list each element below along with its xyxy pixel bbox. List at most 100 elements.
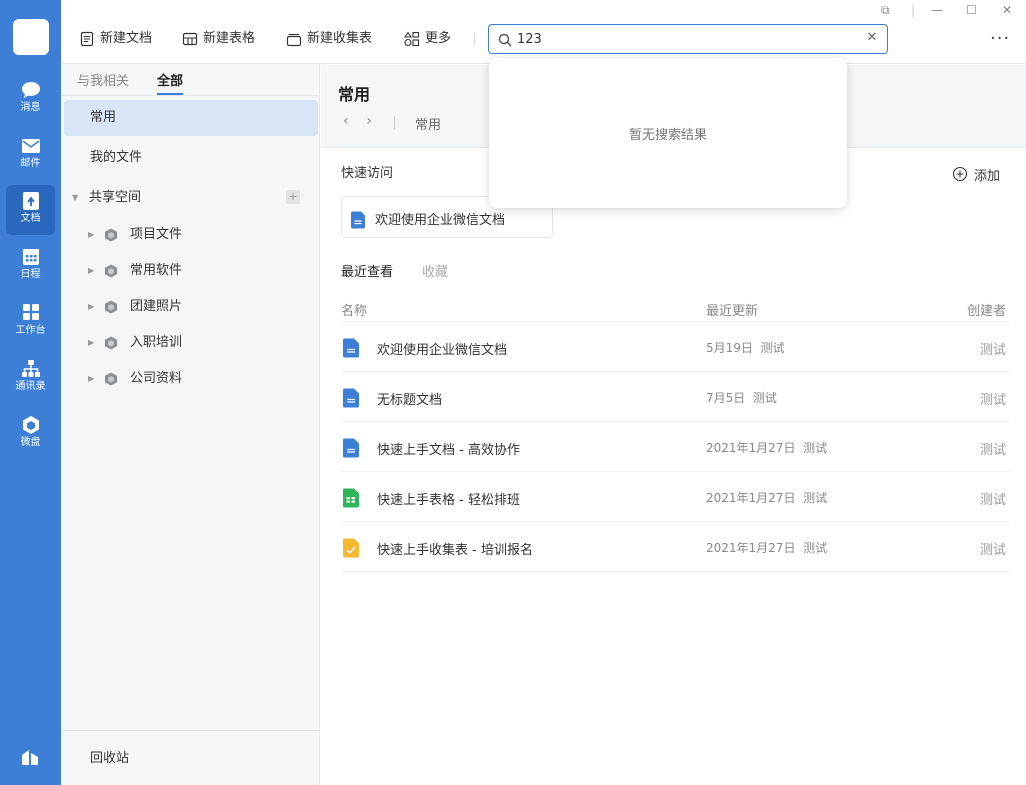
caret-right-icon[interactable]: ▶	[88, 361, 94, 397]
divider: |	[911, 3, 916, 17]
table-row[interactable]: 欢迎使用企业微信文档 5月19日 测试 测试	[341, 322, 1010, 372]
table-row[interactable]: 快速上手收集表 - 培训报名 2021年1月27日 测试 测试	[341, 522, 1010, 572]
rail-label: 邮件	[20, 158, 41, 169]
breadcrumb[interactable]: 常用	[415, 114, 441, 133]
rail-item-mail[interactable]: 邮件	[6, 130, 55, 180]
creator: 测试	[979, 493, 1006, 508]
table-row[interactable]: 无标题文档 7月5日 测试 测试	[341, 372, 1010, 422]
caret-down-icon[interactable]: ▼	[72, 180, 78, 216]
file-name: 快速上手表格 - 轻松排班	[377, 493, 520, 508]
add-space-button[interactable]: +	[286, 190, 300, 204]
divider	[474, 32, 475, 46]
caret-right-icon[interactable]: ▶	[88, 217, 94, 253]
new-sheet-icon	[182, 32, 198, 46]
column-header-creator[interactable]: 创建者	[967, 300, 1006, 319]
close-icon[interactable]: ✕	[1002, 3, 1012, 17]
rail-item-workbench[interactable]: 工作台	[6, 297, 55, 347]
file-name: 欢迎使用企业微信文档	[377, 343, 508, 358]
updated-cell: 2021年1月27日 测试	[706, 539, 827, 556]
sidebar-item-recycle-bin[interactable]: 回收站	[90, 747, 129, 766]
folder-name: 团建照片	[130, 299, 183, 314]
table-row[interactable]: 快速上手文档 - 高效协作 2021年1月27日 测试 测试	[341, 422, 1010, 472]
shared-space-label: 共享空间	[89, 190, 142, 205]
folder-item[interactable]: ▶ 入职培训	[61, 325, 320, 361]
file-name: 快速上手文档 - 高效协作	[377, 443, 520, 458]
column-header-name[interactable]: 名称	[341, 300, 367, 319]
column-header-updated[interactable]: 最近更新	[706, 300, 758, 319]
updated-cell: 2021年1月27日 测试	[706, 489, 827, 506]
sidebar-item-common[interactable]: 常用	[64, 100, 318, 136]
search-icon	[498, 33, 512, 47]
add-circle-icon	[952, 166, 968, 182]
folder-item[interactable]: ▶ 团建照片	[61, 289, 320, 325]
tab-all-label: 全部	[157, 74, 184, 89]
avatar[interactable]	[13, 19, 49, 55]
rail-item-docs[interactable]: 文档	[6, 185, 55, 235]
search-box[interactable]: ✕	[488, 24, 888, 54]
rail-label: 消息	[20, 102, 41, 113]
building-icon[interactable]	[20, 747, 40, 767]
doc-file-icon	[343, 338, 359, 358]
folder-name: 项目文件	[130, 227, 183, 242]
rail-item-messages[interactable]: 消息	[6, 74, 55, 124]
rail-item-drive[interactable]: 微盘	[6, 409, 55, 459]
workbench-icon	[22, 304, 39, 320]
rail-label: 工作台	[15, 325, 46, 336]
drive-icon	[22, 416, 39, 434]
file-name: 快速上手收集表 - 培训报名	[377, 543, 533, 558]
rail-item-contacts[interactable]: 通讯录	[6, 353, 55, 403]
folder-name: 入职培训	[130, 335, 183, 350]
document-icon	[22, 192, 39, 210]
caret-right-icon[interactable]: ▶	[88, 289, 94, 325]
quick-access-card-title: 欢迎使用企业微信文档	[375, 213, 506, 228]
contacts-icon	[21, 360, 40, 377]
caret-right-icon[interactable]: ▶	[88, 253, 94, 289]
page-title: 常用	[338, 85, 371, 104]
creator: 测试	[979, 443, 1006, 458]
caret-right-icon[interactable]: ▶	[88, 325, 94, 361]
quick-access-title: 快速访问	[341, 166, 394, 181]
back-arrow-icon[interactable]: ‹	[343, 113, 349, 129]
rail-label: 微盘	[20, 437, 41, 448]
updated-cell: 2021年1月27日 测试	[706, 439, 827, 456]
cube-icon	[105, 300, 117, 314]
creator: 测试	[979, 343, 1006, 358]
more-menu-button[interactable]: ···	[990, 29, 1010, 49]
clear-search-icon[interactable]: ✕	[865, 31, 879, 45]
shapes-icon	[404, 31, 420, 47]
folder-name: 常用软件	[130, 263, 183, 278]
maximize-icon[interactable]: ☐	[966, 3, 977, 17]
add-label: 添加	[974, 169, 1001, 184]
toolbar: 新建文档 新建表格 新建收集表 更多 ✕ ··· ⧉ | — ☐ ✕	[61, 0, 1026, 64]
minimize-icon[interactable]: —	[931, 3, 943, 17]
creator: 测试	[979, 393, 1006, 408]
rail-label: 通讯录	[15, 381, 46, 392]
forward-arrow-icon[interactable]: ›	[366, 113, 372, 129]
pop-out-icon[interactable]: ⧉	[881, 3, 890, 17]
creator: 测试	[979, 543, 1006, 558]
tab-recent[interactable]: 最近查看	[341, 261, 393, 280]
search-input[interactable]	[517, 29, 857, 49]
mail-icon	[21, 139, 40, 153]
divider	[61, 730, 320, 731]
folder-item[interactable]: ▶ 常用软件	[61, 253, 320, 289]
rail-item-calendar[interactable]: 日程	[6, 241, 55, 291]
updated-by: 测试	[752, 391, 777, 405]
updated-date: 2021年1月27日	[706, 491, 796, 505]
updated-date: 2021年1月27日	[706, 441, 796, 455]
divider	[61, 95, 320, 96]
sidebar-item-my-files[interactable]: 我的文件	[64, 140, 318, 176]
sidebar-item-shared-space[interactable]: ▼ 共享空间 +	[61, 180, 320, 216]
table-row[interactable]: 快速上手表格 - 轻松排班 2021年1月27日 测试 测试	[341, 472, 1010, 522]
tab-favorites[interactable]: 收藏	[422, 261, 448, 280]
tab-all[interactable]: 全部	[157, 70, 184, 95]
new-form-label: 新建收集表	[307, 31, 373, 46]
updated-by: 测试	[803, 541, 828, 555]
updated-cell: 7月5日 测试	[706, 389, 777, 406]
folder-item[interactable]: ▶ 公司资料	[61, 361, 320, 397]
updated-date: 5月19日	[706, 341, 753, 355]
cube-icon	[105, 228, 117, 242]
tab-related[interactable]: 与我相关	[77, 70, 129, 89]
empty-results-text: 暂无搜索结果	[628, 128, 707, 143]
folder-item[interactable]: ▶ 项目文件	[61, 217, 320, 253]
